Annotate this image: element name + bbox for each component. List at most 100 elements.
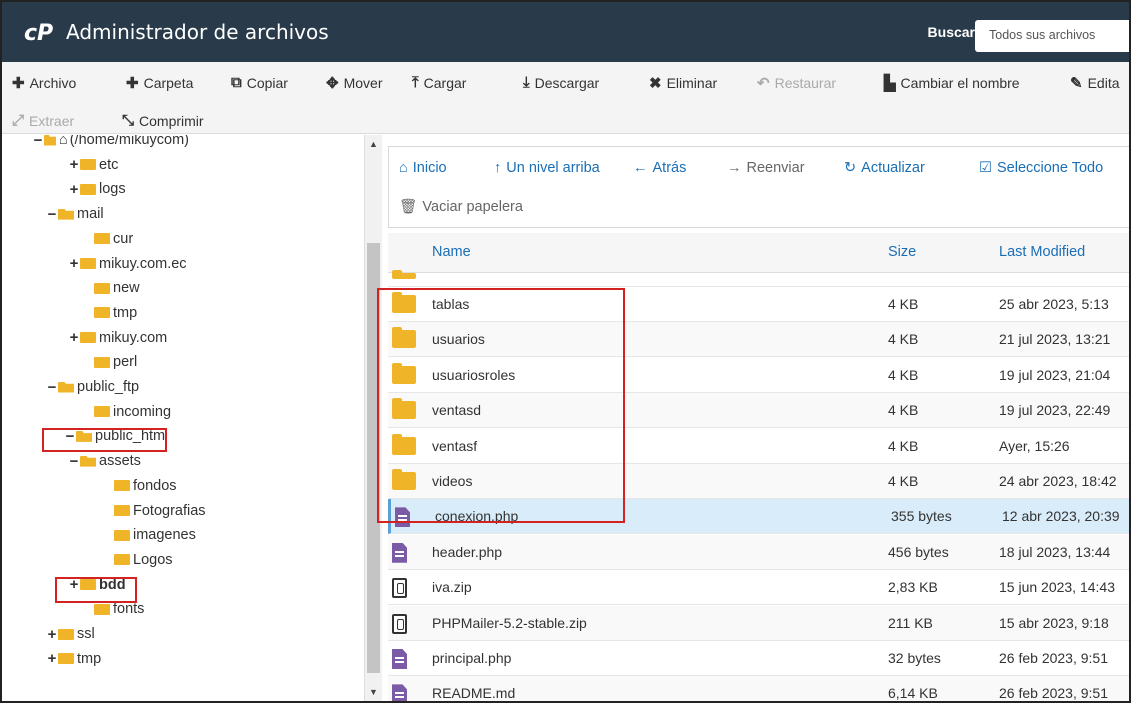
scroll-up-icon[interactable]: ▲ xyxy=(369,139,378,149)
table-row-partial[interactable] xyxy=(388,270,1129,287)
expand-toggle-icon[interactable]: − xyxy=(46,206,58,223)
row-icon xyxy=(392,684,407,701)
tree-item[interactable]: cur xyxy=(82,228,133,250)
folder-icon xyxy=(80,159,96,171)
expand-toggle-icon[interactable]: + xyxy=(68,329,80,346)
upload-label: Cargar xyxy=(423,74,467,91)
up-level-label: Un nivel arriba xyxy=(506,160,600,176)
expand-toggle-icon[interactable]: + xyxy=(68,181,80,198)
scroll-down-icon[interactable]: ▼ xyxy=(369,687,378,697)
new-folder-button[interactable]: ✚ Carpeta xyxy=(126,74,193,92)
file-name[interactable]: iva.zip xyxy=(432,579,472,595)
forward-button[interactable]: → Reenviar xyxy=(727,160,805,176)
back-button[interactable]: ← Atrás xyxy=(633,160,686,176)
column-size[interactable]: Size xyxy=(888,244,916,260)
home-button[interactable]: ⌂ Inicio xyxy=(399,160,447,176)
delete-button[interactable]: ✖ Eliminar xyxy=(649,74,717,92)
file-modified: 15 jun 2023, 14:43 xyxy=(999,579,1115,596)
tree-item[interactable]: + etc xyxy=(68,154,119,176)
file-size: 4 KB xyxy=(888,331,919,348)
refresh-label: Actualizar xyxy=(861,160,925,176)
folder-icon xyxy=(94,282,110,294)
undo-icon: ↶ xyxy=(757,75,770,92)
empty-trash-button[interactable]: 🗑 Vaciar papelera xyxy=(399,198,523,216)
expand-toggle-icon[interactable]: + xyxy=(68,255,80,272)
table-row[interactable]: README.md 6,14 KB 26 feb 2023, 9:51 xyxy=(388,676,1129,701)
table-row[interactable]: PHPMailer-5.2-stable.zip 211 KB 15 abr 202… xyxy=(388,605,1129,641)
column-modified[interactable]: Last Modified xyxy=(999,244,1085,260)
search-scope-select[interactable]: Todos sus archivos xyxy=(975,20,1129,52)
tree-item-label: incoming xyxy=(113,403,172,420)
tree-item[interactable]: − mail xyxy=(46,203,104,225)
tree-item-label: (/home/mikuycom) xyxy=(69,135,190,148)
trash-icon: 🗑 xyxy=(399,199,418,215)
new-file-button[interactable]: ✚ Archivo xyxy=(12,74,76,92)
file-size: 4 KB xyxy=(888,402,919,419)
expand-toggle-icon[interactable]: − xyxy=(32,135,44,149)
up-level-button[interactable]: ↑ Un nivel arriba xyxy=(494,160,600,176)
tree-item-label: fondos xyxy=(133,477,177,494)
row-icon xyxy=(392,613,407,634)
file-modified: 15 abr 2023, 9:18 xyxy=(999,614,1109,631)
move-button[interactable]: ✥ Mover xyxy=(326,74,382,92)
expand-toggle-icon[interactable]: + xyxy=(46,626,58,643)
tree-item[interactable]: Logos xyxy=(102,549,173,571)
select-all-label: Seleccione Todo xyxy=(997,160,1104,176)
table-row[interactable]: iva.zip 2,83 KB 15 jun 2023, 14:43 xyxy=(388,570,1129,606)
tree-item[interactable]: + tmp xyxy=(46,648,102,670)
select-all-button[interactable]: ☑ Seleccione Todo xyxy=(979,160,1103,176)
file-name[interactable]: PHPMailer-5.2-stable.zip xyxy=(432,615,587,631)
expand-icon: ⤢ xyxy=(12,112,25,129)
tree-item[interactable]: + mikuy.com.ec xyxy=(68,253,187,275)
extract-button[interactable]: ⤢ Extraer xyxy=(12,112,74,129)
tree-item[interactable]: perl xyxy=(82,351,137,373)
tree-item-label: cur xyxy=(113,230,134,247)
tree-item[interactable]: − ⌂ (/home/mikuycom) xyxy=(32,135,189,151)
tree-item[interactable]: fondos xyxy=(102,475,177,497)
tree-item[interactable]: Fotografias xyxy=(102,500,206,522)
refresh-button[interactable]: ↻ Actualizar xyxy=(844,160,925,176)
tree-item[interactable]: − assets xyxy=(68,450,141,472)
edit-button[interactable]: ✎ Edita xyxy=(1070,74,1120,92)
folder-icon xyxy=(114,529,130,541)
compress-button[interactable]: ⤡ Comprimir xyxy=(122,112,204,129)
tree-item[interactable]: + ssl xyxy=(46,623,95,645)
table-row[interactable]: header.php 456 bytes 18 jul 2023, 13:44 xyxy=(388,534,1129,570)
tree-item[interactable]: + logs xyxy=(68,178,126,200)
copy-button[interactable]: ⧉ Copiar xyxy=(231,74,288,91)
folder-icon xyxy=(58,653,74,665)
tree-item[interactable]: incoming xyxy=(82,401,171,423)
expand-toggle-icon[interactable]: − xyxy=(46,379,58,396)
highlight-files xyxy=(377,288,625,523)
file-name[interactable]: principal.php xyxy=(432,650,511,666)
tree-item-label: Logos xyxy=(133,551,173,568)
tree-item[interactable]: new xyxy=(82,277,140,299)
expand-toggle-icon[interactable]: + xyxy=(46,650,58,667)
tree-item[interactable]: tmp xyxy=(82,302,137,324)
file-modified: 25 abr 2023, 5:13 xyxy=(999,296,1109,312)
plus-icon: ✚ xyxy=(12,75,25,92)
folder-icon xyxy=(114,480,130,492)
file-size: 2,83 KB xyxy=(888,579,938,596)
expand-toggle-icon[interactable]: + xyxy=(68,156,80,173)
table-row[interactable]: principal.php 32 bytes 26 feb 2023, 9:51 xyxy=(388,641,1129,676)
restore-button[interactable]: ↶ Restaurar xyxy=(757,74,836,92)
delete-label: Eliminar xyxy=(666,75,718,91)
file-size: 355 bytes xyxy=(891,508,952,525)
cpanel-logo-icon: cP xyxy=(24,21,53,44)
move-icon: ✥ xyxy=(326,75,339,92)
tree-item[interactable]: − public_ftp xyxy=(46,376,139,398)
file-name[interactable]: README.md xyxy=(432,685,515,701)
tree-item-label: etc xyxy=(99,156,119,173)
upload-icon: ⤒ xyxy=(412,74,419,91)
tree-item[interactable]: imagenes xyxy=(102,524,196,546)
cpanel-logo[interactable]: cP xyxy=(24,20,58,44)
expand-toggle-icon[interactable]: − xyxy=(68,453,80,470)
folder-icon xyxy=(80,183,96,195)
tree-item[interactable]: + mikuy.com xyxy=(68,327,168,349)
rename-button[interactable]: ▙ Cambiar el nombre xyxy=(884,74,1020,92)
upload-button[interactable]: ⤒ Cargar xyxy=(412,74,466,91)
column-name[interactable]: Name xyxy=(432,244,471,260)
file-name[interactable]: header.php xyxy=(432,544,502,560)
download-button[interactable]: ⤓ Descargar xyxy=(523,74,599,91)
